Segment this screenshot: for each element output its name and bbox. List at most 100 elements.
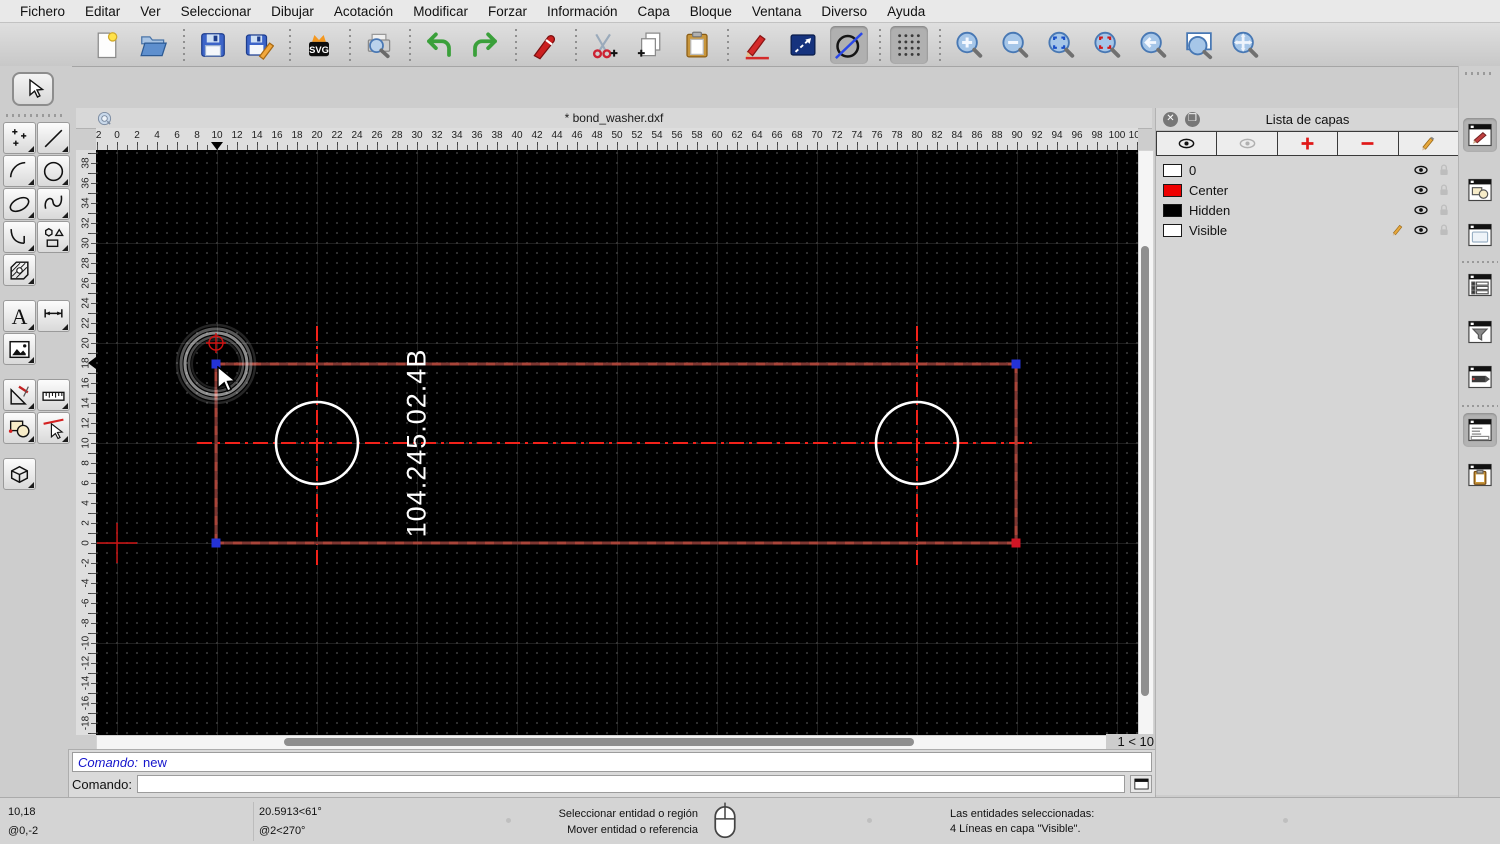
layer-row-center[interactable]: Center — [1156, 180, 1459, 200]
ellipse-tool-button[interactable] — [3, 188, 36, 220]
menu-item-ayuda[interactable]: Ayuda — [877, 4, 935, 19]
line-tool-button[interactable] — [37, 122, 70, 154]
draft-mode-button[interactable] — [830, 25, 868, 64]
zoom-redraw-button[interactable] — [1088, 26, 1126, 64]
svg-export-button[interactable]: SVG — [300, 26, 338, 64]
zoom-pan-button[interactable] — [1226, 26, 1264, 64]
vertical-scrollbar[interactable] — [1138, 150, 1154, 737]
clipboard-dock-dock-button[interactable] — [1463, 458, 1497, 492]
add-layer-button[interactable] — [1276, 131, 1339, 156]
arc-tool-button[interactable] — [3, 155, 36, 187]
remove-layer-button[interactable] — [1337, 131, 1399, 156]
selection-handle[interactable] — [1011, 359, 1021, 369]
menu-item-modificar[interactable]: Modificar — [403, 4, 478, 19]
hatch-tool-button[interactable] — [3, 254, 36, 286]
dimension-tool-button[interactable] — [37, 300, 70, 332]
layer-lock-icon[interactable] — [1436, 162, 1452, 178]
menu-item-ventana[interactable]: Ventana — [742, 4, 812, 19]
menu-item-dibujar[interactable]: Dibujar — [261, 4, 324, 19]
vertical-scroll-thumb[interactable] — [1141, 246, 1149, 696]
layer-visibility-eye-icon[interactable] — [1413, 162, 1429, 178]
edit-attributes-button[interactable] — [738, 26, 776, 64]
redo-icon — [473, 32, 497, 57]
menu-item-acotacio-n[interactable]: Acotación — [324, 4, 403, 19]
pen-selector-dock-button[interactable] — [1463, 360, 1497, 394]
menu-item-diverso[interactable]: Diverso — [811, 4, 877, 19]
menu-item-forzar[interactable]: Forzar — [478, 4, 537, 19]
horizontal-scrollbar[interactable] — [96, 735, 1117, 750]
layer-lock-icon[interactable] — [1436, 202, 1452, 218]
block-tools-tool-button[interactable] — [3, 412, 36, 444]
relative-coordinates: @0,-2 — [8, 825, 39, 837]
solid-3d-tool-button[interactable] — [3, 458, 36, 490]
hide-all-layers-button[interactable] — [1216, 131, 1278, 156]
selection-handle[interactable] — [1011, 538, 1021, 548]
zoom-window-button[interactable] — [1180, 26, 1218, 64]
menu-item-fichero[interactable]: Fichero — [10, 4, 75, 19]
save-as-button[interactable] — [240, 26, 278, 64]
delete-entities-button[interactable] — [526, 26, 564, 64]
edit-layer-button[interactable] — [1397, 131, 1460, 156]
menu-item-bloque[interactable]: Bloque — [680, 4, 742, 19]
menu-item-ver[interactable]: Ver — [130, 4, 170, 19]
selection-handle[interactable] — [211, 538, 221, 548]
grid-toggle-button[interactable] — [890, 25, 928, 64]
layer-rows: 0 Center Hidden Visible — [1156, 156, 1459, 240]
layer-lock-icon[interactable] — [1436, 182, 1452, 198]
drawing-canvas[interactable]: 104.245.02.4B — [96, 150, 1138, 735]
statusbar-divider — [253, 802, 254, 841]
library-browser-dock-button[interactable] — [1463, 218, 1497, 252]
layer-lock-icon[interactable] — [1436, 222, 1452, 238]
layer-row-0[interactable]: 0 — [1156, 160, 1459, 180]
layer-name: Hidden — [1189, 202, 1231, 218]
layer-list-dock-button[interactable] — [1463, 268, 1497, 302]
measure-tool-button[interactable] — [37, 379, 70, 411]
menu-item-seleccionar[interactable]: Seleccionar — [171, 4, 262, 19]
menu-item-capa[interactable]: Capa — [628, 4, 680, 19]
text-tool-button[interactable]: A — [3, 300, 36, 332]
menu-item-editar[interactable]: Editar — [75, 4, 130, 19]
polygon-shapes-tool-button[interactable] — [37, 221, 70, 253]
cut-icon — [592, 33, 618, 58]
circle-tool-button[interactable] — [37, 155, 70, 187]
show-all-layers-button[interactable] — [1156, 131, 1218, 156]
command-widget-dock-button[interactable] — [1463, 413, 1497, 447]
points-tool-button[interactable] — [3, 122, 36, 154]
draw-order-button[interactable] — [784, 26, 822, 64]
command-keyboard-button[interactable] — [1130, 775, 1152, 793]
pen-wizard-dock-button[interactable] — [1463, 118, 1497, 152]
zoom-previous-button[interactable] — [1134, 26, 1172, 64]
submenu-corner — [28, 278, 34, 284]
dock-separator — [1462, 405, 1498, 407]
paste-button[interactable] — [678, 26, 716, 64]
command-input[interactable] — [136, 775, 1125, 793]
horizontal-scroll-thumb[interactable] — [284, 738, 914, 746]
print-preview-button[interactable] — [360, 26, 398, 64]
spline-tool-button[interactable] — [37, 188, 70, 220]
polyline-tool-button[interactable] — [3, 221, 36, 253]
selection-tool-button[interactable] — [12, 72, 54, 106]
menu-item-informacio-n[interactable]: Información — [537, 4, 628, 19]
zoom-auto-button[interactable] — [1042, 26, 1080, 64]
layer-visibility-eye-icon[interactable] — [1413, 222, 1429, 238]
layer-visibility-eye-icon[interactable] — [1413, 182, 1429, 198]
layer-color-swatch — [1163, 183, 1182, 197]
redo-button[interactable] — [466, 26, 504, 64]
zoom-out-button[interactable] — [996, 26, 1034, 64]
layer-row-visible[interactable]: Visible — [1156, 220, 1459, 240]
entity-filter-dock-button[interactable] — [1463, 315, 1497, 349]
modify-tool-button[interactable] — [3, 379, 36, 411]
undo-button[interactable] — [420, 26, 458, 64]
save-button[interactable] — [194, 26, 232, 64]
library-browser-icon — [1468, 223, 1492, 247]
new-file-button[interactable] — [88, 26, 126, 64]
cut-button[interactable] — [586, 26, 624, 64]
zoom-in-button[interactable] — [950, 26, 988, 64]
layer-row-hidden[interactable]: Hidden — [1156, 200, 1459, 220]
layer-visibility-eye-icon[interactable] — [1413, 202, 1429, 218]
copy-button[interactable] — [632, 26, 670, 64]
image-tool-button[interactable] — [3, 333, 36, 365]
open-file-button[interactable] — [134, 26, 172, 64]
block-list-dock-button[interactable] — [1463, 173, 1497, 207]
select-tools-tool-button[interactable] — [37, 412, 70, 444]
